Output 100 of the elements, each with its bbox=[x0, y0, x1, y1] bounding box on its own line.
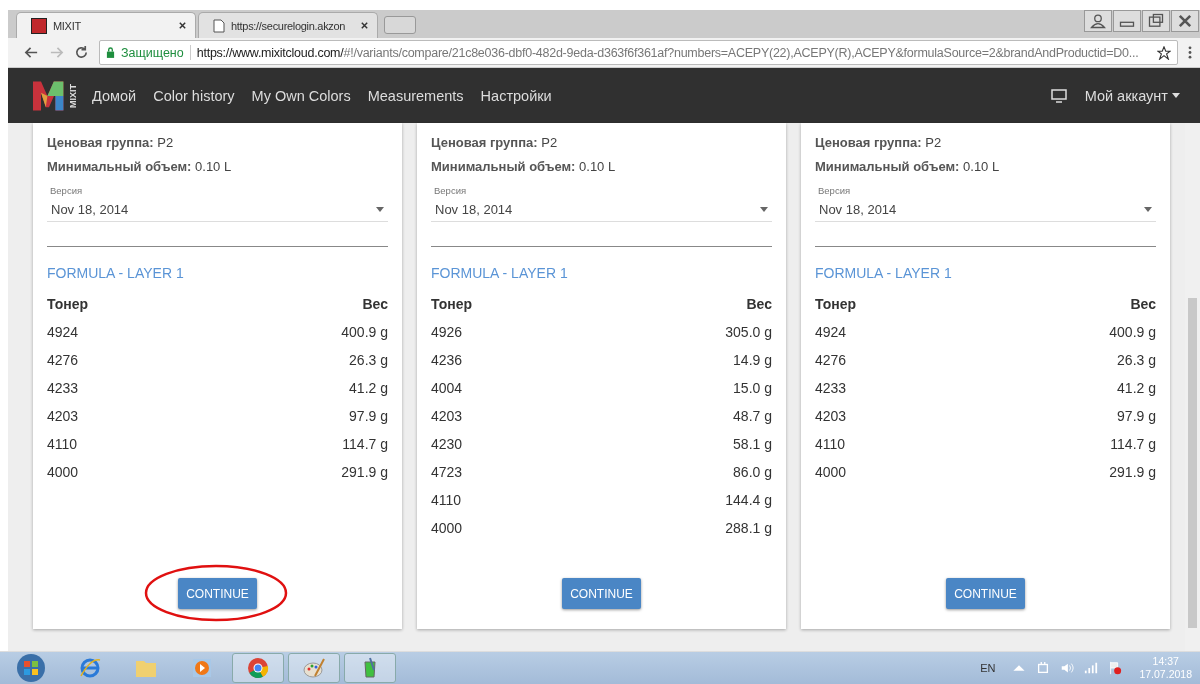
user-icon[interactable] bbox=[1084, 10, 1112, 32]
paint-palette-icon bbox=[302, 656, 326, 680]
nav-link[interactable]: Color history bbox=[153, 87, 235, 104]
new-tab-button[interactable] bbox=[384, 16, 416, 34]
version-label: Версия bbox=[433, 185, 468, 196]
security-label: Защищено bbox=[121, 45, 184, 60]
url-text: https://www.mixitcloud.com/#!/variants/compare/21c8e036-dbf0-482d-9eda-d363f6f361af?numbers=ACEPY(22),ACEPY(R),ACEPY&formulaSource=2&brandAndProductid=D0... bbox=[196, 45, 1140, 60]
version-label: Версия bbox=[817, 185, 852, 196]
lock-icon bbox=[106, 47, 115, 58]
toner-weight: 41.2 g bbox=[349, 380, 388, 398]
toner-weight: 48.7 g bbox=[733, 408, 772, 426]
address-bar[interactable]: Защищено https://www.mixitcloud.com/#!/variants/compare/21c8e036-dbf0-482d-9eda-d363f6f361af?numbers=ACEPY(22),ACEPY(R),ACEPY&formulaSource=2&brandAndProductid=D0... bbox=[99, 40, 1178, 65]
column-header: Вес bbox=[746, 296, 772, 314]
toner-code: 4276 bbox=[815, 352, 847, 370]
toner-weight: 288.1 g bbox=[725, 520, 772, 538]
toner-code: 4924 bbox=[47, 324, 79, 342]
toner-weight: 97.9 g bbox=[1117, 408, 1156, 426]
browser-tab[interactable]: MIXIT bbox=[16, 12, 196, 38]
price-group-text: Ценовая группа: P2 bbox=[47, 135, 175, 152]
page-icon bbox=[213, 18, 225, 33]
nav-link[interactable]: My Own Colors bbox=[251, 87, 351, 104]
back-icon[interactable] bbox=[24, 45, 39, 60]
nav-link[interactable]: Measurements bbox=[367, 87, 464, 104]
language-indicator[interactable]: EN bbox=[980, 662, 996, 674]
media-player-icon bbox=[190, 656, 214, 680]
min-volume-text: Минимальный объем: 0.10 L bbox=[431, 159, 617, 176]
column-header: Тонер bbox=[815, 296, 856, 314]
scrollbar-thumb[interactable] bbox=[1188, 298, 1197, 628]
version-select[interactable]: Nov 18, 2014 bbox=[47, 196, 388, 222]
signal-bars-icon[interactable] bbox=[1084, 661, 1099, 675]
nav-link[interactable]: Настройки bbox=[480, 87, 552, 104]
nav-link[interactable]: Домой bbox=[92, 87, 137, 104]
power-plug-icon[interactable] bbox=[1036, 661, 1051, 675]
close-icon[interactable] bbox=[360, 21, 369, 30]
taskbar-app[interactable] bbox=[232, 653, 284, 683]
toner-code: 4000 bbox=[815, 464, 847, 482]
toner-weight: 291.9 g bbox=[1109, 464, 1156, 482]
toner-weight: 114.7 g bbox=[1110, 436, 1156, 454]
toner-weight: 15.0 g bbox=[733, 380, 772, 398]
close-window-icon[interactable] bbox=[1171, 10, 1199, 32]
toner-code: 4110 bbox=[431, 492, 462, 510]
column-header: Тонер bbox=[431, 296, 472, 314]
price-group-text: Ценовая группа: P2 bbox=[431, 135, 559, 152]
restore-icon[interactable] bbox=[1142, 10, 1170, 32]
toner-weight: 291.9 g bbox=[341, 464, 388, 482]
toner-weight: 144.4 g bbox=[725, 492, 772, 510]
toner-weight: 41.2 g bbox=[1117, 380, 1156, 398]
continue-button[interactable]: CONTINUE bbox=[178, 578, 257, 609]
min-volume-text: Минимальный объем: 0.10 L bbox=[47, 159, 233, 176]
toner-code: 4233 bbox=[815, 380, 847, 398]
toner-weight: 305.0 g bbox=[725, 324, 772, 342]
account-menu[interactable]: Мой аккаунт bbox=[1084, 87, 1180, 104]
toner-weight: 86.0 g bbox=[733, 464, 772, 482]
toner-weight: 14.9 g bbox=[733, 352, 772, 370]
bookmark-star-icon[interactable] bbox=[1157, 45, 1171, 60]
version-select[interactable]: Nov 18, 2014 bbox=[431, 196, 772, 222]
flag-error-icon[interactable] bbox=[1108, 661, 1123, 675]
forward-icon[interactable] bbox=[49, 45, 64, 60]
toner-weight: 58.1 g bbox=[733, 436, 772, 454]
price-group-text: Ценовая группа: P2 bbox=[815, 135, 943, 152]
chrome-browser-icon bbox=[246, 656, 270, 680]
toner-code: 4236 bbox=[431, 352, 463, 370]
toner-code: 4110 bbox=[47, 436, 78, 454]
reload-icon[interactable] bbox=[74, 45, 89, 60]
formula-title: FORMULA - LAYER 1 bbox=[431, 265, 569, 281]
taskbar-app[interactable] bbox=[288, 653, 340, 683]
toner-code: 4926 bbox=[431, 324, 463, 342]
column-header: Вес bbox=[362, 296, 388, 314]
toner-weight: 400.9 g bbox=[1109, 324, 1156, 342]
toner-weight: 97.9 g bbox=[349, 408, 388, 426]
toner-code: 4233 bbox=[47, 380, 79, 398]
column-header: Тонер bbox=[47, 296, 88, 314]
toner-code: 4723 bbox=[431, 464, 463, 482]
toner-code: 4230 bbox=[431, 436, 463, 454]
start-button[interactable] bbox=[16, 653, 46, 683]
continue-button[interactable]: CONTINUE bbox=[946, 578, 1025, 609]
speaker-icon[interactable] bbox=[1060, 661, 1075, 675]
toner-code: 4924 bbox=[815, 324, 847, 342]
toner-weight: 26.3 g bbox=[1117, 352, 1156, 370]
toner-weight: 26.3 g bbox=[349, 352, 388, 370]
browser-tab[interactable]: https://securelogin.akzon bbox=[198, 12, 378, 38]
close-icon[interactable] bbox=[178, 21, 187, 30]
column-header: Вес bbox=[1130, 296, 1156, 314]
minimize-icon[interactable] bbox=[1113, 10, 1141, 32]
toner-weight: 400.9 g bbox=[341, 324, 388, 342]
toner-code: 4004 bbox=[431, 380, 463, 398]
toner-weight: 114.7 g bbox=[342, 436, 388, 454]
toner-code: 4203 bbox=[431, 408, 463, 426]
toner-code: 4276 bbox=[47, 352, 79, 370]
toner-code: 4000 bbox=[431, 520, 463, 538]
menu-icon[interactable] bbox=[1188, 45, 1192, 60]
continue-button[interactable]: CONTINUE bbox=[562, 578, 641, 609]
version-select[interactable]: Nov 18, 2014 bbox=[815, 196, 1156, 222]
formula-title: FORMULA - LAYER 1 bbox=[47, 265, 185, 281]
toner-code: 4110 bbox=[815, 436, 846, 454]
logo-text: MIXIT bbox=[68, 83, 78, 108]
taskbar-app[interactable] bbox=[344, 653, 396, 683]
toner-code: 4203 bbox=[47, 408, 79, 426]
browser-e-icon bbox=[78, 656, 102, 680]
monitor-icon[interactable] bbox=[1050, 88, 1067, 103]
